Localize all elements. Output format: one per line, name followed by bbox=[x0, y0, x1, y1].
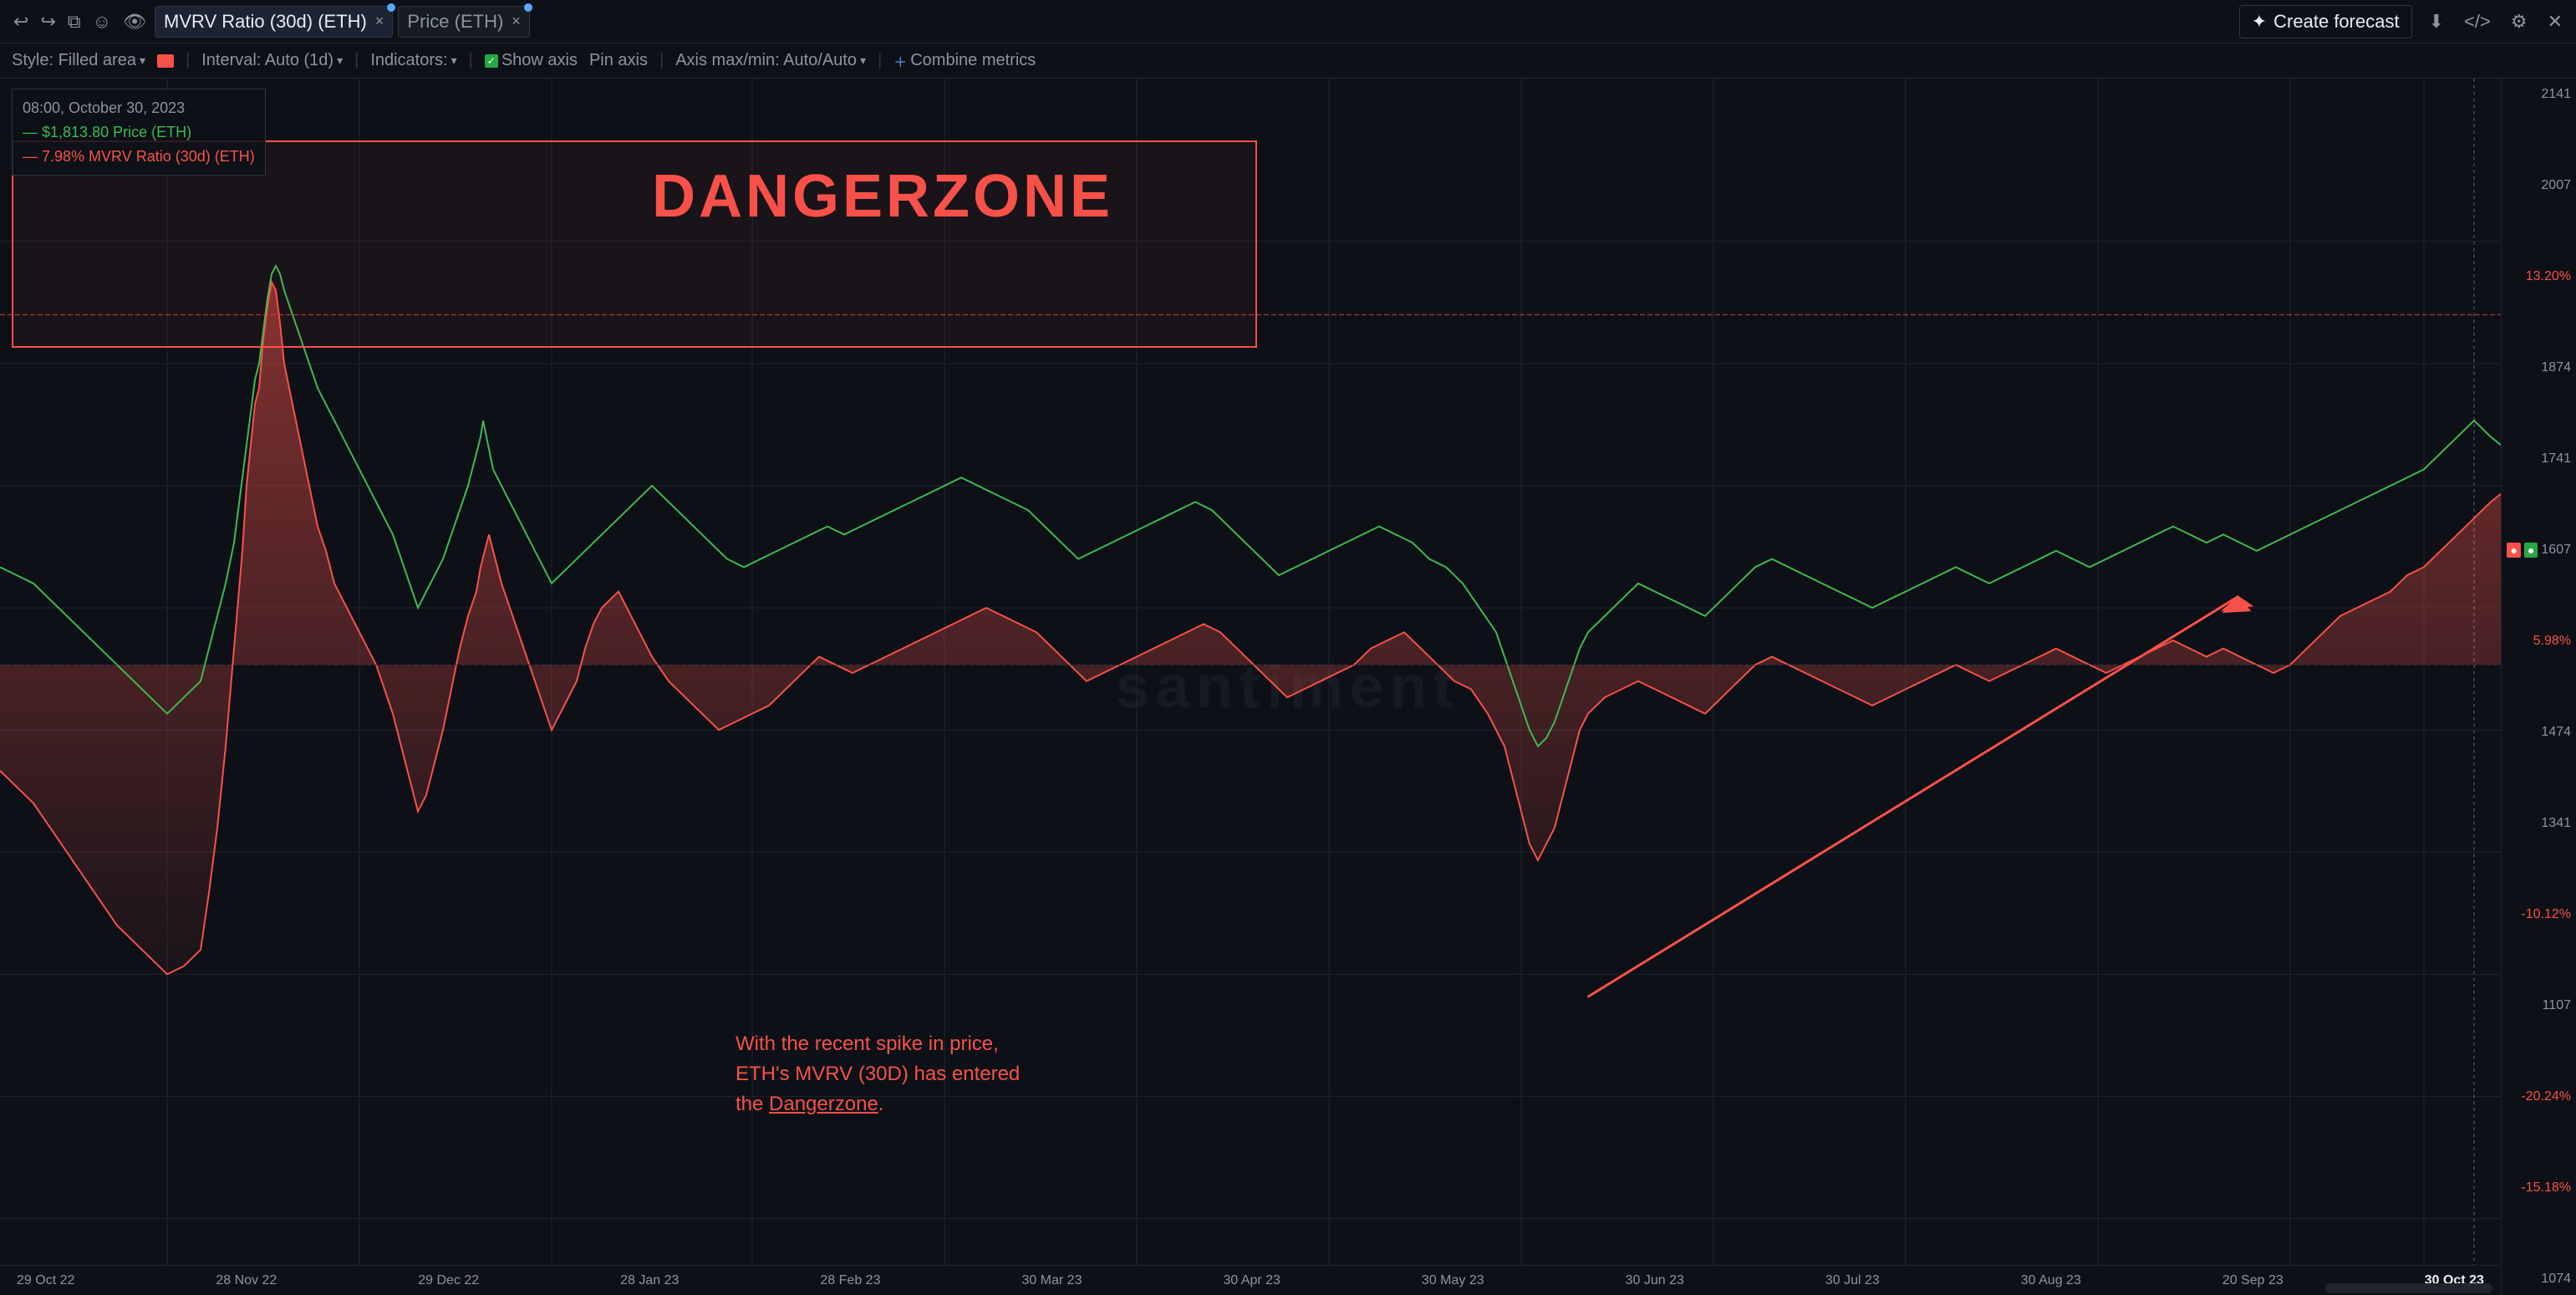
show-axis-label: Show axis bbox=[501, 51, 578, 70]
y-label-1107: 1107 bbox=[2507, 998, 2571, 1013]
emoji-button[interactable]: ☺ bbox=[89, 8, 115, 36]
tooltip-date: 08:00, October 30, 2023 bbox=[23, 96, 255, 120]
top-bar: ↩ ↪ ⧉ ☺ 👁 MVRV Ratio (30d) (ETH) × Price… bbox=[0, 0, 2576, 43]
tab-price-close[interactable]: × bbox=[512, 13, 521, 30]
tooltip-price: — $1,813.80 Price (ETH) bbox=[23, 120, 255, 145]
tab-mvrv[interactable]: MVRV Ratio (30d) (ETH) × bbox=[155, 6, 393, 38]
mvrv-badge: ● bbox=[2507, 543, 2520, 558]
y-label-1741: 1741 bbox=[2507, 451, 2571, 467]
create-forecast-label: Create forecast bbox=[2273, 11, 2399, 33]
show-axis-toggle[interactable]: ✓ Show axis bbox=[485, 51, 578, 70]
tab-mvrv-close[interactable]: × bbox=[375, 13, 384, 30]
style-selector[interactable]: Style: Filled area ▾ bbox=[12, 51, 145, 70]
download-button[interactable]: ⬇ bbox=[2426, 8, 2447, 36]
x-label-apr23: 30 Apr 23 bbox=[1223, 1273, 1280, 1288]
indicators-arrow: ▾ bbox=[451, 54, 457, 68]
sep3: | bbox=[469, 51, 473, 70]
x-label-jul23: 30 Jul 23 bbox=[1825, 1273, 1880, 1288]
y-label-1874: 1874 bbox=[2507, 360, 2571, 375]
tab-price-dot bbox=[524, 3, 532, 12]
axis-max-label: Axis max/min: Auto/Auto bbox=[675, 51, 857, 70]
x-label-oct22: 29 Oct 22 bbox=[17, 1273, 74, 1288]
tab-price-label: Price (ETH) bbox=[407, 11, 503, 33]
combine-plus-icon: ＋ bbox=[893, 51, 907, 71]
tab-price[interactable]: Price (ETH) × bbox=[398, 6, 529, 38]
tab-mvrv-label: MVRV Ratio (30d) (ETH) bbox=[164, 11, 367, 33]
interval-selector[interactable]: Interval: Auto (1d) ▾ bbox=[201, 51, 343, 70]
sep2: | bbox=[354, 51, 359, 70]
x-label-nov22: 28 Nov 22 bbox=[216, 1273, 277, 1288]
y-label-1341: 1341 bbox=[2507, 816, 2571, 831]
redo-button[interactable]: ↪ bbox=[37, 8, 59, 36]
y-label-2007: 2007 bbox=[2507, 178, 2571, 193]
x-label-mar23: 30 Mar 23 bbox=[1021, 1273, 1082, 1288]
x-label-jun23: 30 Jun 23 bbox=[1626, 1273, 1684, 1288]
x-label-feb23: 28 Feb 23 bbox=[820, 1273, 880, 1288]
combine-metrics-button[interactable]: ＋ Combine metrics bbox=[893, 51, 1036, 71]
y-label-1607: ● ● 1607 bbox=[2507, 543, 2571, 558]
price-badge: ● bbox=[2524, 543, 2538, 558]
create-forecast-button[interactable]: ✦ Create forecast bbox=[2239, 5, 2412, 38]
code-button[interactable]: </> bbox=[2461, 8, 2494, 36]
combine-label: Combine metrics bbox=[910, 51, 1036, 70]
y-label-1474: 1474 bbox=[2507, 725, 2571, 740]
interval-arrow: ▾ bbox=[337, 54, 343, 68]
x-axis: 29 Oct 22 28 Nov 22 29 Dec 22 28 Jan 23 … bbox=[0, 1265, 2501, 1295]
tab-bar: ↩ ↪ ⧉ ☺ 👁 MVRV Ratio (30d) (ETH) × Price… bbox=[10, 6, 530, 38]
duplicate-button[interactable]: ⧉ bbox=[64, 8, 84, 36]
top-bar-actions: ✦ Create forecast ⬇ </> ⚙ ✕ bbox=[2239, 5, 2566, 38]
axis-max-selector[interactable]: Axis max/min: Auto/Auto ▾ bbox=[675, 51, 866, 70]
x-label-aug23: 30 Aug 23 bbox=[2021, 1273, 2081, 1288]
indicators-selector[interactable]: Indicators: ▾ bbox=[370, 51, 456, 70]
interval-label: Interval: Auto (1d) bbox=[201, 51, 333, 70]
chart-scrollbar[interactable] bbox=[2325, 1283, 2492, 1293]
x-label-jan23: 28 Jan 23 bbox=[620, 1273, 679, 1288]
sep1: | bbox=[186, 51, 190, 70]
y-label-pct1012: -10.12% bbox=[2507, 907, 2571, 922]
chart-area: santiment bbox=[0, 79, 2576, 1295]
y-label-pct2024: -20.24% bbox=[2507, 1089, 2571, 1104]
undo-button[interactable]: ↩ bbox=[10, 8, 32, 36]
y-label-2141: 2141 bbox=[2507, 87, 2571, 102]
tab-active-dot bbox=[387, 3, 395, 12]
y-label-pct1320: 13.20% bbox=[2507, 269, 2571, 284]
x-label-dec22: 29 Dec 22 bbox=[418, 1273, 479, 1288]
y-label-1074: 1074 bbox=[2507, 1272, 2571, 1287]
view-button[interactable]: 👁 bbox=[120, 8, 150, 36]
chart-svg bbox=[0, 79, 2501, 1265]
axis-max-arrow: ▾ bbox=[860, 54, 866, 68]
x-label-sep23: 20 Sep 23 bbox=[2222, 1273, 2283, 1288]
close-button[interactable]: ✕ bbox=[2544, 8, 2566, 36]
show-axis-checkbox[interactable]: ✓ bbox=[485, 54, 498, 68]
sep4: | bbox=[659, 51, 664, 70]
indicators-label: Indicators: bbox=[370, 51, 447, 70]
sep5: | bbox=[878, 51, 882, 70]
forecast-icon: ✦ bbox=[2252, 11, 2267, 33]
settings-button[interactable]: ⚙ bbox=[2507, 8, 2531, 36]
x-label-may23: 30 May 23 bbox=[1422, 1273, 1484, 1288]
y-label-pct1518: -15.18% bbox=[2507, 1180, 2571, 1196]
style-label: Style: Filled area bbox=[12, 51, 136, 70]
style-arrow: ▾ bbox=[140, 54, 145, 68]
tooltip-mvrv: — 7.98% MVRV Ratio (30d) (ETH) bbox=[23, 145, 255, 169]
y-label-pct598: 5.98% bbox=[2507, 634, 2571, 649]
pin-axis-toggle[interactable]: Pin axis bbox=[589, 51, 648, 70]
chart-tooltip: 08:00, October 30, 2023 — $1,813.80 Pric… bbox=[12, 89, 266, 176]
y-axis: 2141 2007 13.20% 1874 1741 ● ● 1607 5.98… bbox=[2501, 79, 2576, 1295]
chart-toolbar: Style: Filled area ▾ | Interval: Auto (1… bbox=[0, 43, 2576, 79]
color-picker[interactable] bbox=[157, 54, 174, 68]
pin-axis-label: Pin axis bbox=[589, 51, 648, 70]
